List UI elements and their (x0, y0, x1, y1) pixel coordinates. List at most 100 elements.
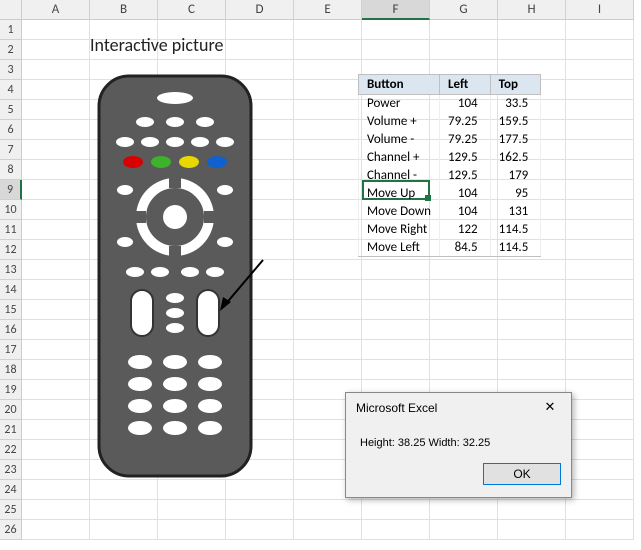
row-header-15[interactable]: 15 (0, 300, 22, 320)
row-header-16[interactable]: 16 (0, 320, 22, 340)
cell-button[interactable]: Move Left (359, 239, 440, 257)
col-header-E[interactable]: E (294, 0, 362, 20)
cell[interactable] (294, 260, 362, 280)
cell[interactable] (566, 320, 634, 340)
col-header-G[interactable]: G (430, 0, 498, 20)
cell[interactable] (362, 40, 430, 60)
cell[interactable] (294, 300, 362, 320)
cell-button[interactable]: Power (359, 95, 440, 113)
cell[interactable] (22, 440, 90, 460)
cell[interactable] (430, 300, 498, 320)
cell-top[interactable]: 114.5 (490, 239, 541, 257)
row-header-17[interactable]: 17 (0, 340, 22, 360)
row-header-12[interactable]: 12 (0, 240, 22, 260)
cell[interactable] (22, 500, 90, 520)
cell[interactable] (22, 340, 90, 360)
cell-left[interactable]: 104 (440, 203, 491, 221)
cell-top[interactable]: 95 (490, 185, 541, 203)
cell[interactable] (498, 20, 566, 40)
cell[interactable] (566, 160, 634, 180)
col-header-D[interactable]: D (226, 0, 294, 20)
cell[interactable] (430, 500, 498, 520)
cell[interactable] (294, 120, 362, 140)
cell[interactable] (566, 480, 634, 500)
cell-left[interactable]: 104 (440, 185, 491, 203)
row-header-1[interactable]: 1 (0, 20, 22, 40)
row-header-7[interactable]: 7 (0, 140, 22, 160)
cell[interactable] (566, 360, 634, 380)
cell[interactable] (226, 500, 294, 520)
cell[interactable] (294, 160, 362, 180)
close-icon[interactable]: ✕ (537, 399, 563, 417)
row-header-25[interactable]: 25 (0, 500, 22, 520)
cell[interactable] (294, 80, 362, 100)
cell[interactable] (566, 120, 634, 140)
cell[interactable] (294, 280, 362, 300)
cell[interactable] (226, 40, 294, 60)
table-row[interactable]: Volume -79.25177.5 (359, 131, 541, 149)
cell[interactable] (22, 300, 90, 320)
cell-top[interactable]: 162.5 (490, 149, 541, 167)
cell[interactable] (22, 460, 90, 480)
cell[interactable] (22, 240, 90, 260)
cell[interactable] (430, 320, 498, 340)
table-header[interactable]: Left (440, 75, 491, 95)
cell[interactable] (22, 400, 90, 420)
cell-button[interactable]: Channel - (359, 167, 440, 185)
cell[interactable] (158, 500, 226, 520)
cell-button[interactable]: Move Right (359, 221, 440, 239)
cell-top[interactable]: 131 (490, 203, 541, 221)
table-row[interactable]: Move Down104131 (359, 203, 541, 221)
cell-top[interactable]: 159.5 (490, 113, 541, 131)
cell[interactable] (498, 340, 566, 360)
cell[interactable] (498, 500, 566, 520)
ok-button[interactable]: OK (483, 463, 561, 485)
row-header-23[interactable]: 23 (0, 460, 22, 480)
row-header-2[interactable]: 2 (0, 40, 22, 60)
cell[interactable] (430, 40, 498, 60)
coordinates-table[interactable]: ButtonLeftTop Power10433.5Volume +79.251… (358, 74, 541, 257)
cell[interactable] (498, 260, 566, 280)
cell[interactable] (362, 280, 430, 300)
cell[interactable] (566, 200, 634, 220)
table-row[interactable]: Power10433.5 (359, 95, 541, 113)
cell[interactable] (22, 180, 90, 200)
cell[interactable] (362, 360, 430, 380)
row-header-13[interactable]: 13 (0, 260, 22, 280)
cell[interactable] (226, 520, 294, 540)
cell[interactable] (566, 380, 634, 400)
cell-top[interactable]: 179 (490, 167, 541, 185)
cell[interactable] (22, 80, 90, 100)
cell-button[interactable]: Volume - (359, 131, 440, 149)
cell[interactable] (566, 240, 634, 260)
cell[interactable] (498, 280, 566, 300)
cell[interactable] (294, 60, 362, 80)
cell[interactable] (22, 520, 90, 540)
row-header-26[interactable]: 26 (0, 520, 22, 540)
table-row[interactable]: Move Up10495 (359, 185, 541, 203)
cell-button[interactable]: Volume + (359, 113, 440, 131)
cell[interactable] (566, 420, 634, 440)
cell[interactable] (362, 260, 430, 280)
cell-top[interactable]: 114.5 (490, 221, 541, 239)
col-header-A[interactable]: A (22, 0, 90, 20)
cell-top[interactable]: 33.5 (490, 95, 541, 113)
cell[interactable] (362, 500, 430, 520)
remote-picture[interactable] (95, 72, 255, 486)
table-row[interactable]: Move Right122114.5 (359, 221, 541, 239)
select-all-corner[interactable] (0, 0, 22, 20)
cell[interactable] (294, 20, 362, 40)
cell[interactable] (498, 40, 566, 60)
cell[interactable] (566, 280, 634, 300)
col-header-B[interactable]: B (90, 0, 158, 20)
row-header-14[interactable]: 14 (0, 280, 22, 300)
cell[interactable] (22, 480, 90, 500)
cell-button[interactable]: Move Up (359, 185, 440, 203)
cell[interactable] (22, 100, 90, 120)
cell[interactable] (498, 520, 566, 540)
cell-button[interactable]: Move Down (359, 203, 440, 221)
cell[interactable] (22, 320, 90, 340)
cell[interactable] (22, 420, 90, 440)
cell[interactable] (22, 220, 90, 240)
cell[interactable] (294, 200, 362, 220)
